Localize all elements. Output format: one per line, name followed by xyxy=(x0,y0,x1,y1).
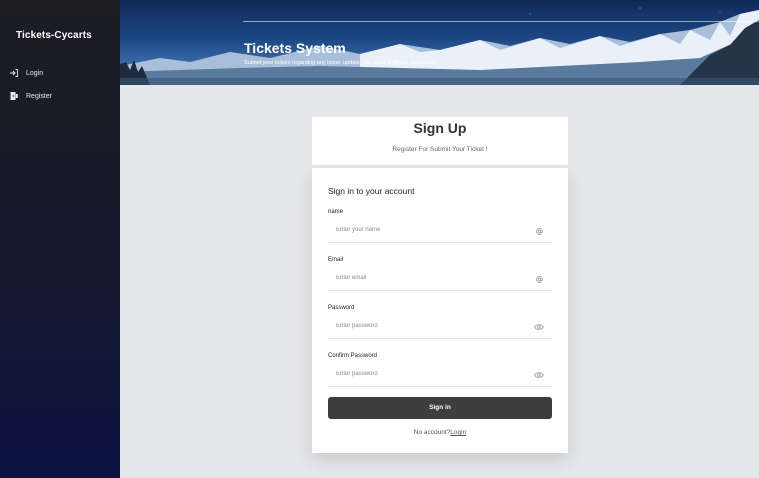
confirm-password-field-row xyxy=(328,365,552,387)
sidebar-item-login[interactable]: Login xyxy=(9,68,43,78)
signup-form-card: Sign in to your account name Email Passw… xyxy=(312,168,568,453)
hero-subtitle: Submit your tickets regarding any issue,… xyxy=(244,60,438,66)
hero-banner: Tickets System Submit your tickets regar… xyxy=(120,0,759,85)
signup-header-card: Sign Up Register For Submit Your Ticket … xyxy=(312,117,568,165)
login-icon xyxy=(9,68,19,78)
email-label: Email xyxy=(328,257,344,263)
register-icon xyxy=(9,91,19,101)
login-link[interactable]: Login xyxy=(450,429,466,436)
page-subtitle: Register For Submit Your Ticket ! xyxy=(392,146,488,153)
sidebar-item-label: Register xyxy=(26,92,53,100)
password-label: Password xyxy=(328,305,355,311)
eye-icon[interactable] xyxy=(534,322,544,332)
name-input[interactable] xyxy=(336,227,526,233)
login-prompt: No account?Login xyxy=(312,429,568,436)
form-title: Sign in to your account xyxy=(328,186,415,196)
sidebar-item-register[interactable]: Register xyxy=(9,91,52,101)
at-icon xyxy=(534,274,544,284)
password-input[interactable] xyxy=(336,323,526,329)
eye-icon[interactable] xyxy=(534,370,544,380)
confirm-password-input[interactable] xyxy=(336,371,526,377)
password-field-row xyxy=(328,317,552,339)
mountain-background xyxy=(120,7,759,85)
sidebar: Tickets-Cycarts Login Register xyxy=(0,0,120,478)
at-icon xyxy=(534,226,544,236)
name-label: name xyxy=(328,209,344,215)
email-field-row xyxy=(328,269,552,291)
email-input[interactable] xyxy=(336,275,526,281)
sidebar-item-label: Login xyxy=(26,69,44,77)
hero-title: Tickets System xyxy=(244,40,346,56)
login-prompt-text: No account? xyxy=(413,429,451,436)
sign-in-button[interactable]: Sign in xyxy=(328,397,552,419)
confirm-password-label: Confirm Password xyxy=(328,353,378,359)
hero-divider xyxy=(243,21,759,22)
page-title: Sign Up xyxy=(413,120,467,136)
name-field-row xyxy=(328,221,552,243)
brand-title: Tickets-Cycarts xyxy=(16,30,92,41)
